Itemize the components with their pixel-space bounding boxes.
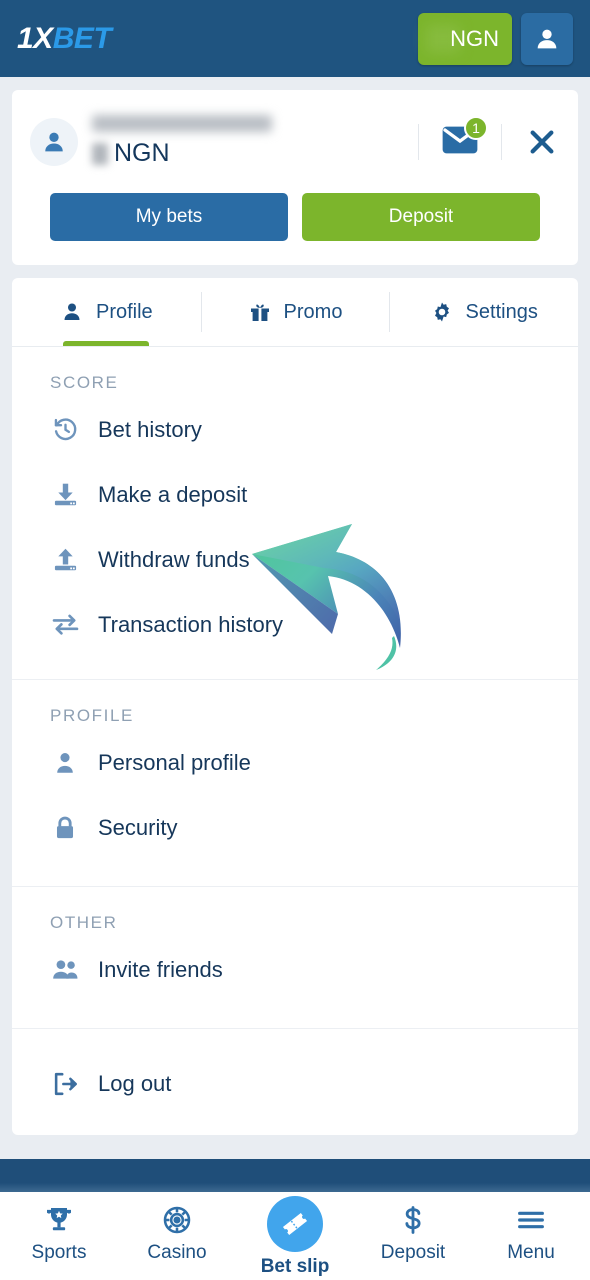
menu-item-security[interactable]: Security: [12, 795, 578, 860]
menu-item-make-a-deposit[interactable]: Make a deposit: [12, 462, 578, 527]
user-balance-currency: NGN: [114, 139, 170, 167]
download-icon: [50, 481, 80, 508]
menu-item-log-out[interactable]: Log out: [12, 1051, 578, 1116]
people-icon: [50, 955, 80, 984]
menu-item-transaction-history[interactable]: Transaction history: [12, 592, 578, 657]
tab-label: Settings: [465, 300, 538, 323]
dollar-icon: [397, 1202, 429, 1238]
nav-label: Menu: [507, 1242, 555, 1263]
logo-text-1x: 1X: [17, 21, 53, 55]
nav-item-menu[interactable]: Menu: [472, 1192, 590, 1264]
menu-item-label: Withdraw funds: [98, 546, 250, 572]
section-score: SCORE Bet history Make a deposit Withdra…: [12, 347, 578, 679]
nav-label: Deposit: [380, 1242, 446, 1263]
divider: [501, 123, 502, 160]
brand-logo[interactable]: 1XBET: [17, 21, 112, 55]
tab-label: Promo: [283, 300, 343, 323]
section-profile: PROFILE Personal profile Security: [12, 679, 578, 886]
app-root: 1XBET NGN NGN 1 My bets Deposit Profile …: [0, 0, 590, 1280]
menu-item-withdraw-funds[interactable]: Withdraw funds: [12, 527, 578, 592]
bet-ticket-icon: [282, 1213, 308, 1235]
section-title: PROFILE: [50, 706, 134, 725]
user-icon: [45, 132, 63, 151]
avatar: [30, 117, 78, 166]
menu-item-label: Bet history: [98, 416, 202, 442]
logout-icon: [50, 1070, 80, 1098]
user-identity: NGN: [92, 115, 396, 168]
menu-item-invite-friends[interactable]: Invite friends: [12, 937, 578, 1002]
nav-item-casino[interactable]: Casino: [118, 1192, 236, 1264]
divider: [418, 123, 419, 160]
menu-item-personal-profile[interactable]: Personal profile: [12, 730, 578, 795]
close-button[interactable]: [524, 124, 560, 160]
person-icon: [50, 750, 80, 776]
messages-button[interactable]: 1: [441, 115, 488, 159]
menu-item-label: Invite friends: [98, 956, 223, 982]
footer-strip: [0, 1159, 590, 1192]
nav-label: Casino: [147, 1242, 207, 1263]
gear-icon: [434, 302, 449, 322]
section-logout: Log out: [12, 1028, 578, 1135]
bet-slip-circle: [267, 1196, 323, 1252]
casino-chip-icon: [161, 1202, 193, 1238]
section-title: SCORE: [50, 373, 119, 392]
nav-label: Sports: [31, 1242, 87, 1263]
user-icon: [64, 303, 80, 320]
nav-item-sports[interactable]: Sports: [0, 1192, 118, 1264]
trophy-icon: [43, 1202, 75, 1238]
nav-label: Bet slip: [260, 1256, 330, 1277]
menu-item-bet-history[interactable]: Bet history: [12, 397, 578, 462]
my-bets-button[interactable]: My bets: [50, 193, 288, 241]
header-actions: NGN: [418, 12, 573, 65]
tab-bar: Profile Promo Settings: [12, 278, 578, 347]
tab-promo[interactable]: Promo: [200, 278, 390, 346]
history-clock-icon: [50, 416, 80, 443]
nav-item-deposit[interactable]: Deposit: [354, 1192, 472, 1264]
user-summary-card: NGN 1 My bets Deposit: [12, 90, 578, 265]
deposit-button[interactable]: Deposit: [302, 193, 540, 241]
user-balance-redacted: [92, 142, 108, 165]
exchange-arrows-icon: [50, 610, 80, 639]
active-tab-indicator: [63, 341, 150, 346]
user-balance-row: NGN: [92, 139, 396, 168]
quick-actions: My bets Deposit: [12, 193, 578, 241]
logo-text-bet: BET: [52, 21, 112, 55]
bottom-navigation: Sports Casino Bet slip Deposit Menu: [0, 1192, 590, 1280]
menu-item-label: Personal profile: [98, 749, 251, 775]
account-button[interactable]: [521, 12, 573, 65]
lock-icon: [50, 815, 80, 841]
close-icon: [530, 130, 554, 153]
menu-item-label: Transaction history: [98, 611, 284, 637]
user-info-row: NGN 1: [12, 90, 578, 193]
messages-badge: 1: [464, 115, 488, 140]
menu-item-label: Make a deposit: [98, 481, 248, 507]
username-redacted: [92, 115, 272, 132]
top-header: 1XBET NGN: [0, 0, 590, 77]
gift-icon: [250, 304, 269, 321]
profile-menu-card: Profile Promo Settings SCORE Bet history…: [12, 278, 578, 1135]
tab-label: Profile: [95, 300, 153, 323]
tab-settings[interactable]: Settings: [389, 278, 578, 346]
user-icon: [537, 29, 557, 48]
section-other: OTHER Invite friends: [12, 886, 578, 1028]
tab-profile[interactable]: Profile: [12, 278, 201, 346]
hamburger-icon: [515, 1202, 547, 1238]
upload-icon: [50, 546, 80, 573]
nav-item-bet-slip[interactable]: Bet slip: [236, 1192, 354, 1278]
section-title: OTHER: [50, 913, 118, 932]
balance-currency: NGN: [450, 25, 499, 51]
balance-button[interactable]: NGN: [418, 12, 512, 65]
menu-item-label: Security: [98, 814, 178, 840]
menu-item-label: Log out: [98, 1070, 172, 1096]
